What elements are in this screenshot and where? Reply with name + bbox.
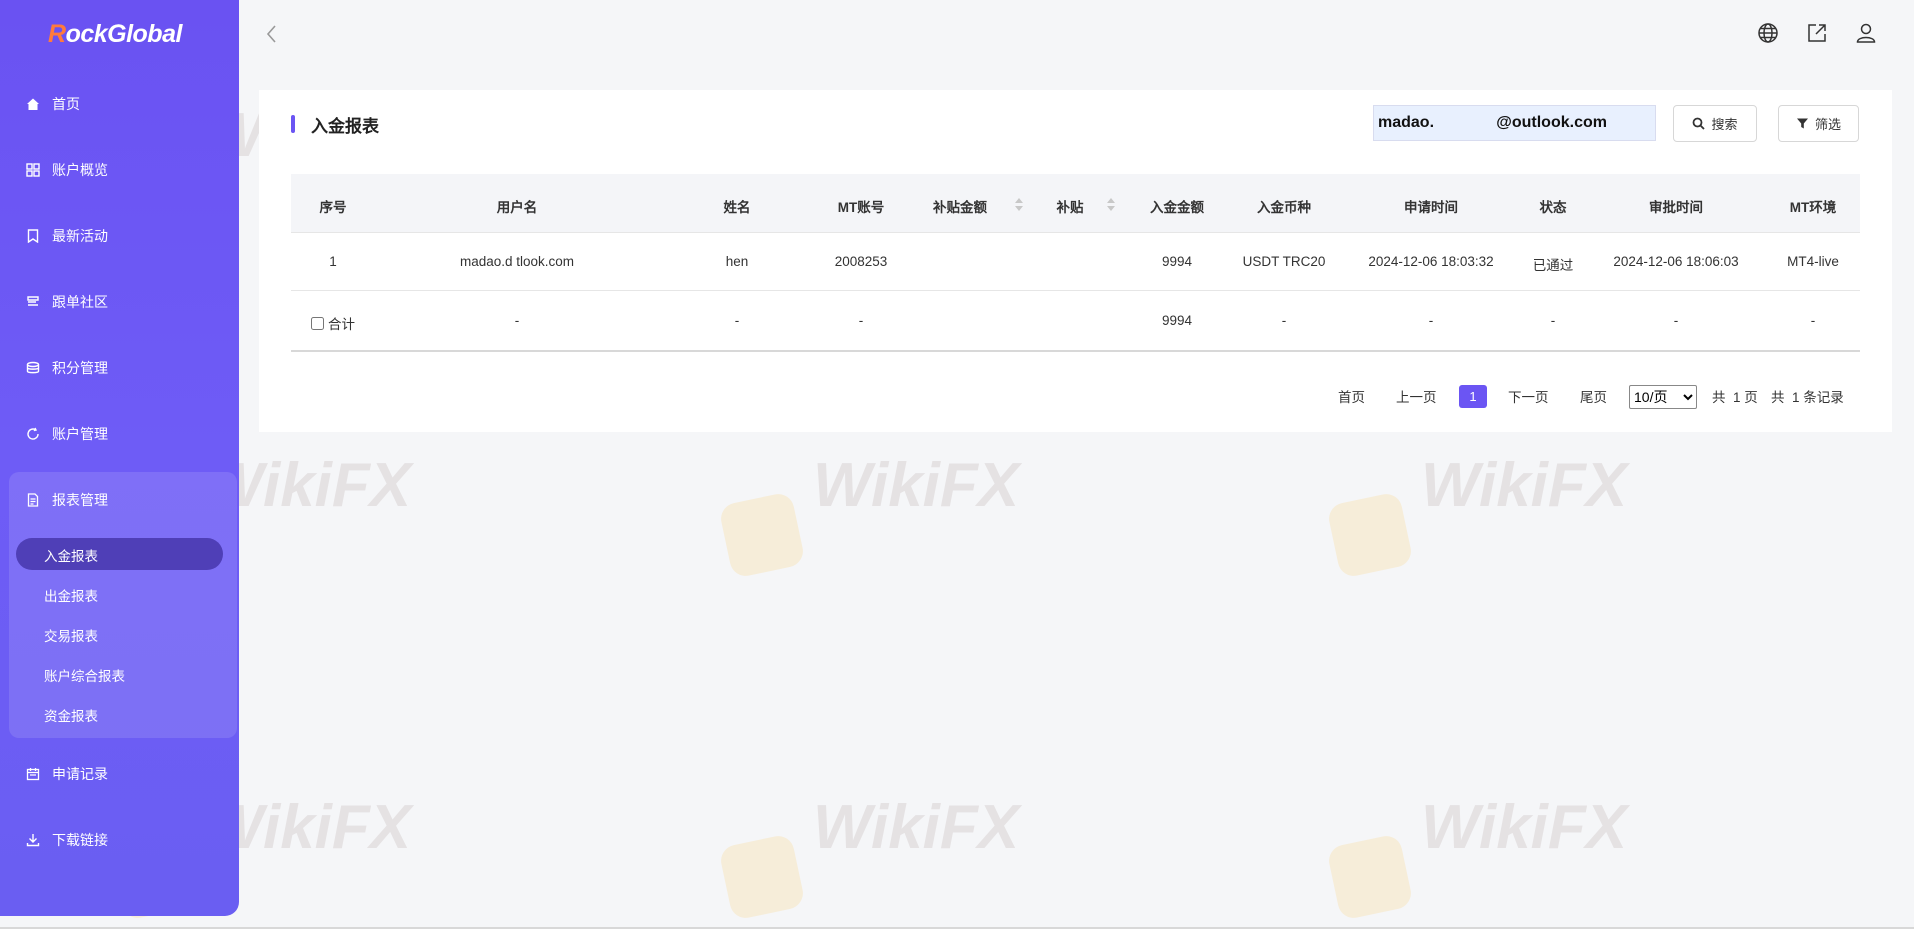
cell-mt-account: 2008253 bbox=[834, 254, 888, 269]
sidebar-item-overview[interactable]: 账户概览 bbox=[26, 158, 108, 182]
total-username: - bbox=[514, 313, 520, 328]
watermark-logo bbox=[1326, 833, 1414, 921]
pagination-next[interactable]: 下一页 bbox=[1508, 386, 1549, 406]
cell-username: madao.d tlook.com bbox=[459, 254, 575, 269]
total-label-group: 合计 bbox=[311, 313, 355, 333]
filter-icon bbox=[1796, 118, 1808, 129]
filter-button[interactable]: 筛选 bbox=[1778, 105, 1859, 142]
col-header-subsidy[interactable]: 补贴 bbox=[1057, 196, 1084, 216]
sidebar-item-community[interactable]: 跟单社区 bbox=[26, 290, 108, 314]
pagination-first[interactable]: 首页 bbox=[1338, 386, 1365, 406]
total-mt-env: - bbox=[1810, 313, 1816, 328]
total-label: 合计 bbox=[328, 317, 355, 332]
sub-item-withdraw-report[interactable]: 出金报表 bbox=[44, 585, 98, 605]
calendar-icon bbox=[26, 767, 40, 781]
watermark-text: WikiFX bbox=[813, 793, 1020, 862]
sidebar-item-points[interactable]: 积分管理 bbox=[26, 356, 108, 380]
col-header-name: 姓名 bbox=[723, 200, 751, 215]
bookmark-icon bbox=[26, 229, 40, 243]
watermark-text: WikiFX bbox=[813, 451, 1020, 520]
page-size-select[interactable]: 10/页 bbox=[1629, 385, 1697, 409]
user-icon[interactable] bbox=[1855, 22, 1877, 44]
cell-currency: USDT TRC20 bbox=[1242, 254, 1326, 269]
document-icon bbox=[26, 493, 40, 507]
pagination-total-pages: 共 1 页 bbox=[1712, 390, 1758, 405]
col-header-subsidy-amount[interactable]: 补贴金额 bbox=[933, 196, 987, 216]
total-name: - bbox=[734, 313, 740, 328]
total-status: - bbox=[1550, 313, 1556, 328]
sub-item-deposit-report[interactable]: 入金报表 bbox=[44, 545, 98, 565]
sub-item-funds-report[interactable]: 资金报表 bbox=[44, 705, 98, 725]
pagination-current-page[interactable]: 1 bbox=[1459, 385, 1487, 408]
sidebar: RockGlobal 首页 账户概览 最新活动 跟单社区 积分管理 账户管理 报… bbox=[0, 0, 239, 916]
pagination-total-records: 共 1 条记录 bbox=[1771, 390, 1844, 405]
cell-deposit-amount: 9994 bbox=[1161, 254, 1193, 269]
page-title: 入金报表 bbox=[311, 117, 379, 136]
brand-logo[interactable]: RockGlobal bbox=[48, 20, 182, 49]
total-currency: - bbox=[1281, 313, 1287, 328]
watermark-logo bbox=[718, 833, 806, 921]
col-header-mt-env: MT环境 bbox=[1789, 200, 1837, 215]
refresh-icon bbox=[26, 427, 40, 441]
grid-icon bbox=[26, 163, 40, 177]
sidebar-item-activities[interactable]: 最新活动 bbox=[26, 224, 108, 248]
cell-status: 已通过 bbox=[1532, 258, 1574, 273]
sidebar-item-home[interactable]: 首页 bbox=[26, 92, 80, 116]
col-header-apply-time: 申请时间 bbox=[1404, 200, 1458, 215]
sidebar-item-applications[interactable]: 申请记录 bbox=[26, 762, 108, 786]
sidebar-item-account[interactable]: 账户管理 bbox=[26, 422, 108, 446]
sidebar-item-reports[interactable]: 报表管理 bbox=[26, 488, 108, 512]
coins-icon bbox=[26, 361, 40, 375]
back-arrow-icon[interactable] bbox=[262, 22, 282, 46]
share-icon[interactable] bbox=[1806, 22, 1828, 44]
watermark-text: WikiFX bbox=[1421, 793, 1628, 862]
cell-approve-time: 2024-12-06 18:06:03 bbox=[1613, 254, 1739, 269]
total-mt-account: - bbox=[858, 313, 864, 328]
pagination-prev[interactable]: 上一页 bbox=[1396, 386, 1437, 406]
col-header-mt-account: MT账号 bbox=[837, 200, 885, 215]
col-header-status: 状态 bbox=[1539, 200, 1567, 215]
watermark-text: WikiFX bbox=[1421, 451, 1628, 520]
col-header-approve-time: 审批时间 bbox=[1649, 200, 1703, 215]
cell-mt-env: MT4-live bbox=[1787, 254, 1839, 269]
search-input[interactable] bbox=[1373, 105, 1656, 141]
title-accent-bar bbox=[291, 115, 295, 133]
sort-icon[interactable] bbox=[1015, 198, 1023, 212]
cell-apply-time: 2024-12-06 18:03:32 bbox=[1368, 254, 1494, 269]
table-total-row: 合计 - - - 9994 - - - - - bbox=[291, 291, 1860, 352]
cell-index: 1 bbox=[329, 254, 337, 269]
download-icon bbox=[26, 833, 40, 847]
table-row[interactable]: 1 madao.d tlook.com hen 2008253 9994 USD… bbox=[291, 232, 1860, 291]
sidebar-item-downloads[interactable]: 下载链接 bbox=[26, 828, 108, 852]
search-button[interactable]: 搜索 bbox=[1673, 105, 1757, 142]
col-header-index: 序号 bbox=[319, 200, 347, 215]
sub-item-trade-report[interactable]: 交易报表 bbox=[44, 625, 98, 645]
total-approve-time: - bbox=[1673, 313, 1679, 328]
cell-name: hen bbox=[725, 254, 749, 269]
col-header-currency: 入金币种 bbox=[1257, 200, 1311, 215]
globe-icon[interactable] bbox=[1757, 22, 1779, 44]
sort-icon[interactable] bbox=[1107, 198, 1115, 212]
home-icon bbox=[26, 97, 40, 111]
community-icon bbox=[26, 295, 40, 309]
total-checkbox[interactable] bbox=[311, 316, 324, 330]
total-deposit-amount: 9994 bbox=[1161, 313, 1193, 328]
search-icon bbox=[1693, 117, 1706, 130]
total-apply-time: - bbox=[1428, 313, 1434, 328]
pagination-last[interactable]: 尾页 bbox=[1580, 386, 1607, 406]
table-header: 序号 用户名 姓名 MT账号 补贴金额 补贴 入金金额 入金币种 申请时间 状态… bbox=[291, 174, 1860, 233]
sub-item-account-summary-report[interactable]: 账户综合报表 bbox=[44, 665, 125, 685]
col-header-deposit-amount: 入金金额 bbox=[1150, 200, 1204, 215]
col-header-username: 用户名 bbox=[496, 200, 538, 215]
watermark-logo bbox=[718, 491, 806, 579]
watermark-logo bbox=[1326, 491, 1414, 579]
